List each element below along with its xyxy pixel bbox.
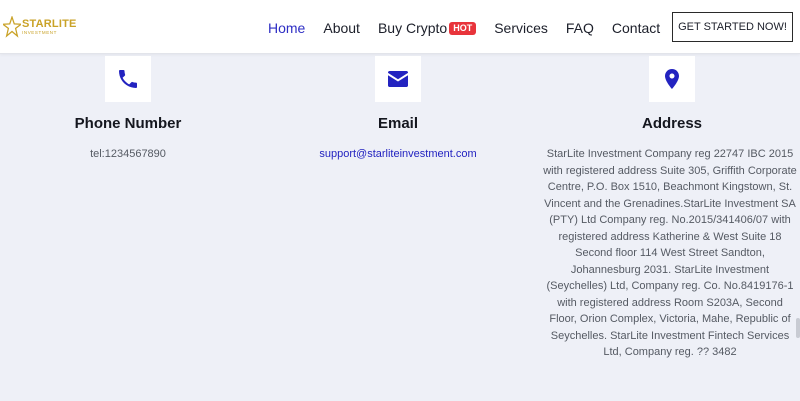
nav-faq[interactable]: FAQ (566, 20, 594, 36)
envelope-icon (388, 71, 408, 87)
star-logo-icon (3, 16, 21, 38)
logo-subtext: INVESTMENT (22, 29, 58, 35)
address-title: Address (641, 115, 703, 132)
phone-value[interactable]: tel:1234567890 (48, 146, 208, 163)
hot-badge: HOT (449, 21, 477, 35)
phone-icon-box (105, 56, 151, 102)
site-header: STARLITE INVESTMENT Home About Buy Crypt… (0, 0, 800, 54)
nav-buy-crypto-label: Buy Crypto (377, 20, 448, 36)
nav-about[interactable]: About (323, 20, 360, 36)
logo[interactable]: STARLITE INVESTMENT (3, 12, 76, 42)
email-link[interactable]: support@starliteinvestment.com (298, 146, 498, 163)
email-title: Email (377, 115, 419, 132)
address-value: StarLite Investment Company reg 22747 IB… (543, 148, 797, 358)
phone-icon (119, 70, 137, 88)
address-icon-box (649, 56, 695, 102)
nav-contact[interactable]: Contact (612, 20, 660, 36)
email-icon-box (375, 56, 421, 102)
logo-text: STARLITE (22, 17, 77, 30)
main-nav: Home About Buy Crypto HOT Services FAQ C… (268, 18, 678, 38)
map-pin-icon (665, 69, 679, 89)
nav-home[interactable]: Home (268, 20, 305, 36)
nav-services[interactable]: Services (494, 20, 548, 36)
scrollbar-thumb[interactable] (796, 318, 800, 338)
get-started-button[interactable]: GET STARTED NOW! (672, 12, 793, 42)
nav-buy-crypto[interactable]: Buy Crypto HOT (377, 20, 477, 36)
phone-title: Phone Number (74, 115, 182, 132)
